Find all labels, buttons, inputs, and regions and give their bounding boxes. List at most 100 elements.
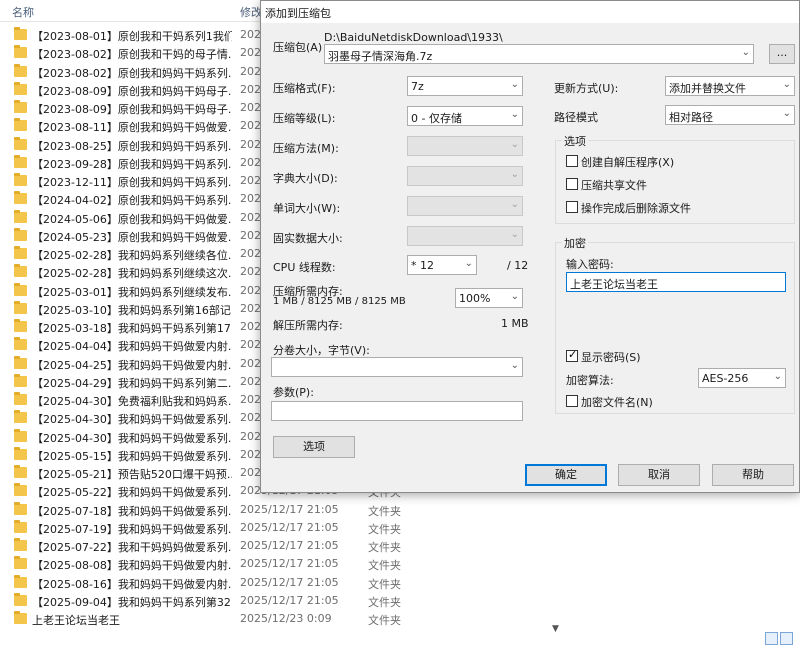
shared-files-checkbox-box[interactable]: [566, 178, 578, 190]
format-select[interactable]: 7z ⌄: [407, 76, 523, 96]
mem-percent-select[interactable]: 100% ⌄: [455, 288, 523, 308]
folder-icon: [14, 118, 27, 132]
file-name: 【2025-04-30】免费福利贴我和妈妈系...: [32, 395, 232, 408]
file-date: 202: [240, 429, 261, 443]
column-name-header[interactable]: 名称: [12, 4, 34, 20]
chevron-down-icon: ⌄: [510, 169, 519, 180]
file-type: 文件夹: [368, 559, 401, 573]
ok-button[interactable]: 确定: [525, 464, 607, 486]
file-name: 【2025-08-08】我和妈妈干妈做爱内射...: [32, 559, 232, 573]
help-button[interactable]: 帮助: [712, 464, 794, 486]
file-date: 202: [240, 374, 261, 388]
decomp-value: 1 MB: [501, 317, 529, 330]
options-group-title: 选项: [562, 133, 588, 149]
chevron-down-icon[interactable]: ⌄: [742, 47, 750, 58]
chevron-down-icon[interactable]: ⌄: [511, 109, 519, 120]
method-label: 压缩方法(M):: [273, 142, 339, 155]
table-row[interactable]: 【2025-07-18】我和妈妈干妈做爱系列... 2025/12/17 21:0…: [0, 501, 560, 519]
cpu-select[interactable]: * 12 ⌄: [407, 255, 477, 275]
file-date: 202: [240, 265, 261, 279]
split-select[interactable]: ⌄: [271, 357, 523, 377]
sfx-checkbox-box[interactable]: [566, 155, 578, 167]
file-name: 【2025-03-01】我和妈妈系列继续发布...: [32, 285, 232, 299]
table-row[interactable]: 【2025-08-08】我和妈妈干妈做爱内射... 2025/12/17 21:0…: [0, 555, 560, 573]
chevron-down-icon[interactable]: ⌄: [783, 108, 791, 119]
table-row[interactable]: 【2025-07-22】我和干妈妈妈做爱系列... 2025/12/17 21:0…: [0, 537, 560, 555]
file-date: 2025/12/17 21:05: [240, 539, 339, 552]
file-name: 【2025-04-30】我和妈妈干妈做爱系列...: [32, 413, 232, 427]
file-date: 202: [240, 192, 261, 206]
file-name: 【2024-04-02】原创我和妈妈干妈系列...: [32, 194, 232, 208]
update-select[interactable]: 添加并替换文件 ⌄: [665, 76, 795, 96]
folder-icon: [14, 300, 27, 314]
file-date: 202: [240, 28, 261, 41]
table-row[interactable]: 【2025-08-16】我和妈妈干妈做爱内射... 2025/12/17 21:0…: [0, 574, 560, 592]
file-date: 202: [240, 247, 261, 260]
file-date: 202: [240, 119, 261, 133]
shared-files-checkbox-label: 压缩共享文件: [581, 179, 647, 192]
folder-icon: [14, 63, 27, 77]
dict-label: 字典大小(D):: [273, 172, 338, 185]
file-date: 202: [240, 338, 261, 352]
file-name: 【2025-03-18】我和妈妈干妈系列第17...: [32, 322, 232, 335]
chevron-down-icon[interactable]: ⌄: [465, 258, 473, 269]
chevron-down-icon: ⌄: [510, 139, 519, 150]
params-input[interactable]: [271, 401, 523, 421]
word-label: 单词大小(W):: [273, 202, 341, 215]
folder-icon: [14, 100, 27, 113]
file-date: 202: [240, 174, 261, 187]
level-select[interactable]: 0 - 仅存储 ⌄: [407, 106, 523, 126]
show-password-checkbox-box[interactable]: [566, 348, 578, 362]
file-name: 【2025-04-25】我和妈妈干妈做爱内射...: [32, 358, 232, 372]
file-name: 【2023-08-01】原创我和干妈系列1我们...: [32, 30, 232, 43]
details-view-icon[interactable]: [765, 632, 778, 645]
browse-button[interactable]: ...: [769, 44, 795, 64]
enc-method-select[interactable]: AES-256 ⌄: [698, 368, 786, 388]
file-name: 【2023-08-09】原创我和妈妈干妈母子...: [32, 103, 232, 116]
folder-icon: [14, 191, 27, 205]
folder-icon: [14, 264, 27, 278]
file-name: 上老王论坛当老王: [32, 614, 120, 627]
chevron-down-icon[interactable]: ⌄: [511, 79, 519, 90]
delete-after-checkbox-box[interactable]: [566, 201, 578, 213]
table-row[interactable]: 上老王论坛当老王 2025/12/23 0:09 文件夹: [0, 610, 560, 628]
path-value: 相对路径: [669, 111, 713, 124]
folder-icon: [14, 319, 27, 332]
dict-select: ⌄: [407, 166, 523, 186]
file-name: 【2023-08-02】原创我和妈妈干妈系列...: [32, 66, 232, 80]
folder-icon: [14, 592, 27, 606]
file-name: 【2025-09-04】我和妈妈干妈系列第32...: [32, 595, 232, 609]
table-row[interactable]: 【2025-09-04】我和妈妈干妈系列第32... 2025/12/17 21:…: [0, 592, 560, 610]
column-modified-header[interactable]: 修改: [240, 4, 262, 20]
folder-icon: [14, 392, 27, 405]
table-row[interactable]: 【2025-07-19】我和妈妈干妈做爱系列... 2025/12/17 21:0…: [0, 519, 560, 537]
password-input[interactable]: 上老王论坛当老王: [566, 272, 786, 292]
folder-icon: [14, 428, 27, 442]
archive-name-combo[interactable]: 羽墨母子情深海角.7z ⌄: [324, 44, 754, 64]
cancel-button[interactable]: 取消: [618, 464, 700, 486]
chevron-down-icon[interactable]: ⌄: [774, 371, 782, 382]
encrypt-names-checkbox-box[interactable]: [566, 395, 578, 407]
chevron-down-icon[interactable]: ⌄: [511, 360, 519, 371]
folder-icon: [14, 538, 27, 551]
file-date: 2025/12/17 21:05: [240, 557, 339, 571]
enc-method-value: AES-256: [702, 372, 749, 385]
password-value: 上老王论坛当老王: [570, 278, 658, 291]
large-icons-view-icon[interactable]: [780, 632, 793, 645]
chevron-down-icon[interactable]: ⌄: [511, 291, 519, 302]
path-select[interactable]: 相对路径 ⌄: [665, 105, 795, 125]
file-name: 【2025-05-15】我和妈妈干妈做爱系列...: [32, 449, 232, 463]
dialog-title-bar[interactable]: 添加到压缩包: [261, 1, 799, 23]
cpu-total: / 12: [507, 259, 529, 272]
chevron-down-icon[interactable]: ⌄: [783, 79, 791, 90]
view-mode-toggle[interactable]: [765, 632, 797, 648]
folder-icon: [14, 611, 27, 624]
scroll-down-icon[interactable]: ▼: [552, 624, 559, 634]
file-name: 【2025-03-10】我和妈妈系列第16部记...: [32, 303, 232, 317]
file-name: 【2025-07-22】我和干妈妈妈做爱系列...: [32, 541, 232, 554]
options-button[interactable]: 选项: [273, 436, 355, 458]
folder-icon: [14, 282, 27, 296]
update-label: 更新方式(U):: [554, 82, 619, 95]
archive-path: D:\BaiduNetdiskDownload\1933\: [324, 31, 503, 44]
folder-icon: [14, 483, 27, 497]
